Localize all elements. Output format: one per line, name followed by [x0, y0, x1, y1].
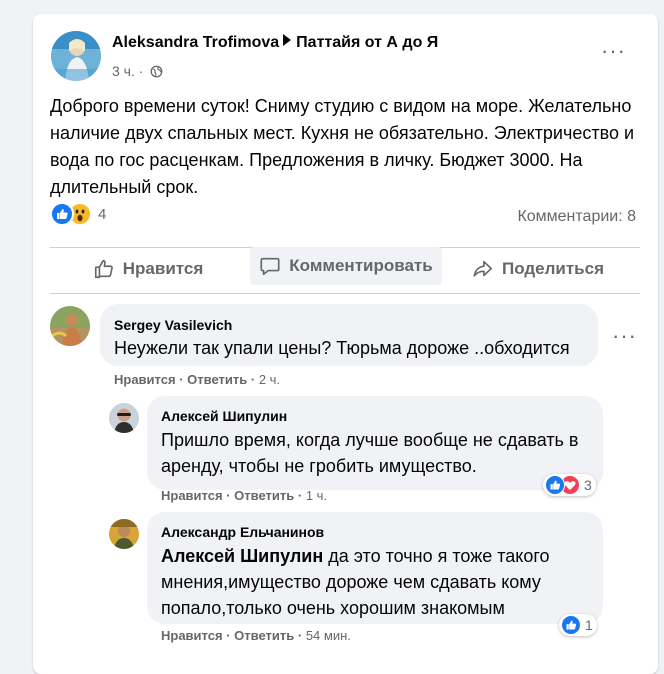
reply-actions: Нравится · Ответить · 1 ч.	[161, 488, 327, 503]
share-icon	[473, 260, 493, 277]
dot-separator: ·	[226, 488, 231, 503]
author-name[interactable]: Aleksandra Trofimova	[112, 34, 279, 51]
reply-like-link[interactable]: Нравится	[161, 628, 223, 643]
group-name[interactable]: Паттайя от А до Я	[296, 34, 438, 51]
like-button[interactable]: Нравится	[73, 250, 223, 288]
comment-text: Неужели так упали цены? Тюрьма дороже ..…	[114, 338, 570, 358]
dot-separator: ·	[297, 628, 303, 643]
reply-reply-link[interactable]: Ответить	[234, 628, 294, 643]
share-button[interactable]: Поделиться	[463, 250, 613, 288]
reply-author[interactable]: Александр Ельчанинов	[161, 524, 324, 540]
dot-separator: ·	[250, 372, 256, 387]
reply-text: Алексей Шипулин да это точно я тоже тако…	[161, 543, 586, 621]
share-label: Поделиться	[501, 259, 605, 278]
meta-separator: ·	[138, 63, 144, 79]
reply-reaction-count: 1	[585, 617, 593, 633]
reply-like-link[interactable]: Нравится	[161, 488, 223, 503]
post-header-title: Aleksandra Trofimova Паттайя от А до Я	[112, 34, 438, 52]
like-reaction-icon	[50, 202, 74, 226]
comment-like-link[interactable]: Нравится	[114, 372, 176, 387]
comment-more-icon[interactable]: ···	[612, 325, 637, 347]
commenter-avatar[interactable]	[50, 306, 90, 346]
post-time[interactable]: 3 ч.	[112, 63, 135, 79]
reply-reaction-count: 3	[584, 477, 592, 493]
globe-icon[interactable]	[150, 65, 163, 81]
comment-reply-link[interactable]: Ответить	[187, 372, 247, 387]
reply-text: Пришло время, когда лучше вообще не сдав…	[161, 430, 579, 476]
like-reaction-icon	[545, 475, 565, 495]
reaction-count: 4	[98, 205, 107, 223]
mention-link[interactable]: Алексей Шипулин	[161, 546, 323, 566]
commenter-avatar[interactable]	[109, 403, 139, 433]
comment-time[interactable]: 2 ч.	[259, 372, 280, 387]
reply-reply-link[interactable]: Ответить	[234, 488, 294, 503]
reply-author[interactable]: Алексей Шипулин	[161, 408, 287, 424]
like-reaction-icon	[561, 615, 581, 635]
comment-icon	[260, 257, 280, 276]
reply-reactions[interactable]: 1	[559, 614, 597, 636]
post-reactions[interactable]: 4	[50, 202, 107, 226]
reply-time[interactable]: 1 ч.	[306, 488, 327, 503]
reply-actions: Нравится · Ответить · 54 мин.	[161, 628, 351, 643]
divider-bottom	[50, 293, 640, 294]
dot-separator: ·	[179, 372, 184, 387]
comment-button[interactable]: Комментировать	[250, 247, 442, 285]
commenter-avatar[interactable]	[109, 519, 139, 549]
like-label: Нравится	[122, 259, 204, 278]
thumbs-up-icon	[94, 259, 113, 279]
comment-actions: Нравится · Ответить · 2 ч.	[114, 372, 280, 387]
group-arrow-icon	[283, 34, 292, 46]
reply-reactions[interactable]: 3	[543, 474, 596, 496]
post-more-icon[interactable]: ···	[601, 40, 626, 62]
reply-time[interactable]: 54 мин.	[306, 628, 351, 643]
post-card: Aleksandra Trofimova Паттайя от А до Я 3 …	[33, 14, 658, 674]
dot-separator: ·	[297, 488, 303, 503]
author-avatar[interactable]	[51, 31, 101, 81]
comments-count[interactable]: Комментарии: 8	[517, 208, 636, 226]
comment-author[interactable]: Sergey Vasilevich	[114, 317, 232, 333]
comment-label: Комментировать	[289, 256, 433, 275]
dot-separator: ·	[226, 628, 231, 643]
post-meta: 3 ч. ·	[112, 63, 163, 81]
post-text: Доброго времени суток! Сниму студию с ви…	[50, 96, 635, 197]
